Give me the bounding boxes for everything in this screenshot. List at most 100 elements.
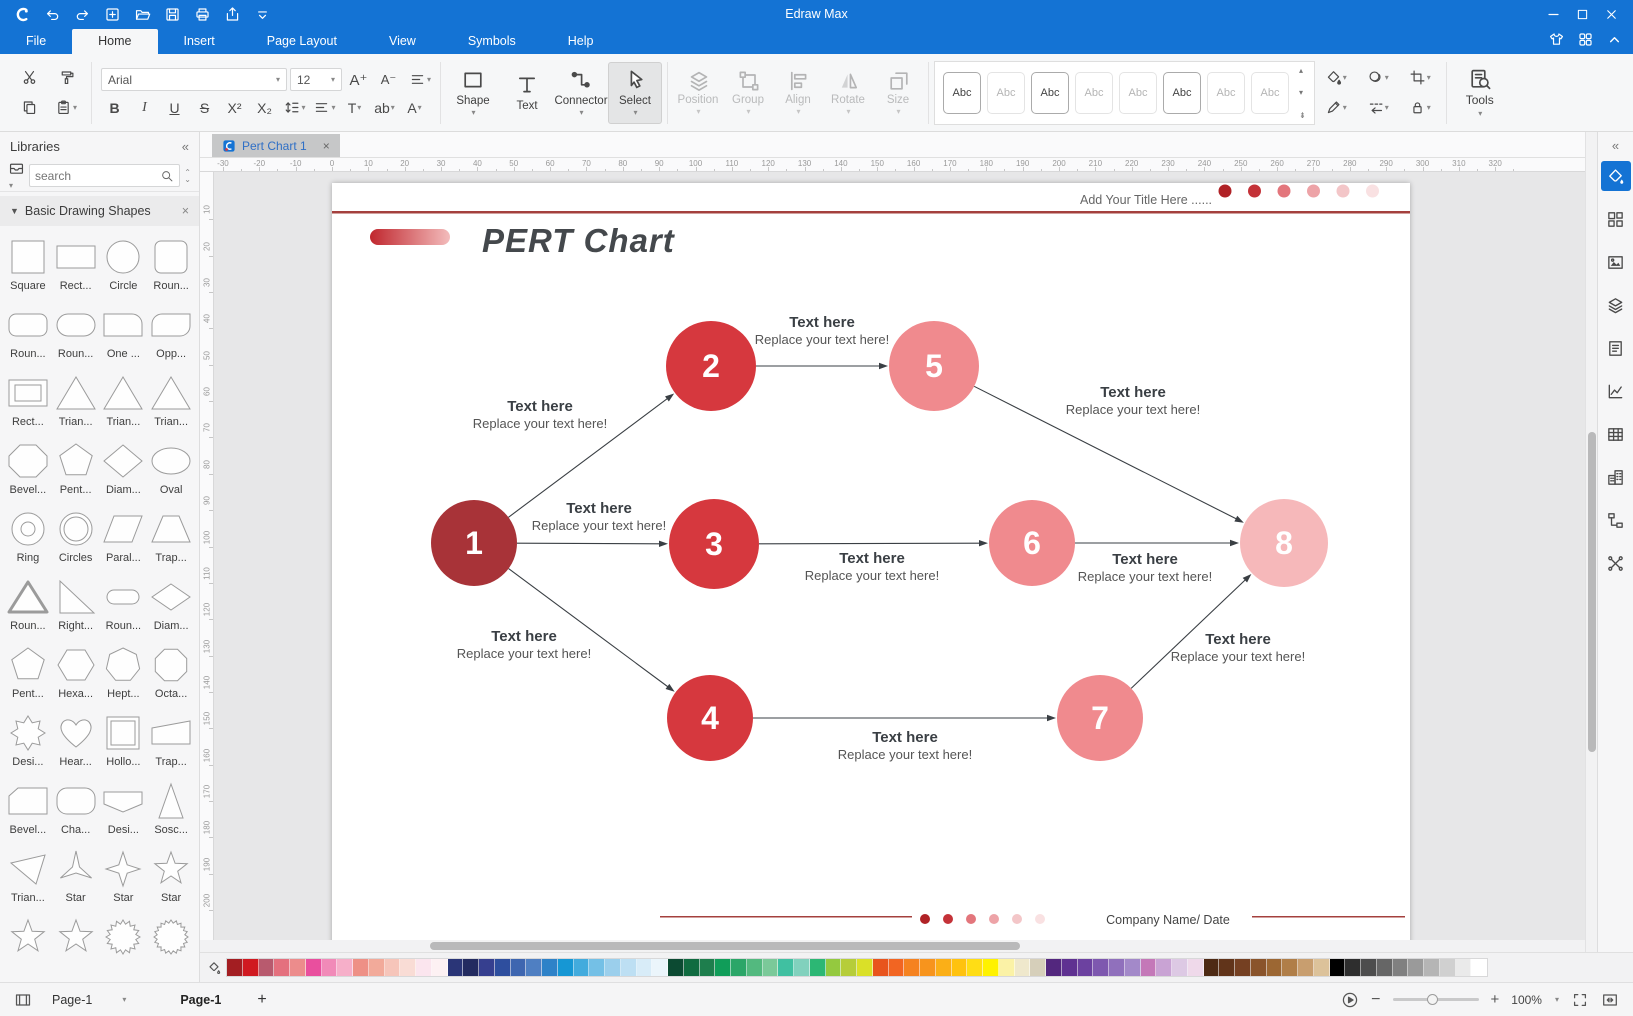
color-swatch[interactable]: [1361, 959, 1377, 976]
fullscreen-button[interactable]: [1571, 991, 1589, 1009]
menu-tab-view[interactable]: View: [363, 29, 442, 54]
text-align-button[interactable]: ▾: [405, 67, 435, 93]
color-swatch[interactable]: [1456, 959, 1472, 976]
color-swatch[interactable]: [558, 959, 574, 976]
color-swatch[interactable]: [290, 959, 306, 976]
panel-fill-icon[interactable]: [1601, 161, 1631, 191]
color-swatch[interactable]: [274, 959, 290, 976]
connector-tool-button[interactable]: Connector▾: [554, 62, 608, 124]
line-color-button[interactable]: ▾: [1321, 95, 1351, 121]
zoom-slider[interactable]: [1393, 998, 1479, 1001]
color-swatch[interactable]: [589, 959, 605, 976]
library-shape-star5[interactable]: [52, 914, 100, 982]
panel-note-icon[interactable]: [1601, 333, 1631, 363]
bullet-list-button[interactable]: ▾: [311, 97, 338, 119]
color-swatch[interactable]: [259, 959, 275, 976]
color-swatch[interactable]: [637, 959, 653, 976]
minimize-button[interactable]: [1546, 7, 1561, 22]
page-tab[interactable]: Page-1: [180, 993, 221, 1007]
color-swatch[interactable]: [1408, 959, 1424, 976]
format-x-button[interactable]: X₂: [251, 97, 278, 119]
library-shape-octa[interactable]: Octa...: [147, 642, 195, 710]
library-shape-star[interactable]: Star: [52, 846, 100, 914]
library-shape-paral[interactable]: Paral...: [100, 506, 148, 574]
color-swatch[interactable]: [700, 959, 716, 976]
library-section-header[interactable]: ▼ Basic Drawing Shapes ×: [0, 196, 199, 226]
color-swatch[interactable]: [1125, 959, 1141, 976]
color-swatch[interactable]: [385, 959, 401, 976]
color-swatch[interactable]: [967, 959, 983, 976]
color-swatch[interactable]: [684, 959, 700, 976]
maximize-button[interactable]: [1575, 7, 1590, 22]
font-family-select[interactable]: Arial▾: [101, 68, 287, 91]
color-swatch[interactable]: [1015, 959, 1031, 976]
library-shape-bevel[interactable]: Bevel...: [4, 778, 52, 846]
library-shape-trian[interactable]: Trian...: [100, 370, 148, 438]
color-swatch[interactable]: [1109, 959, 1125, 976]
panel-flow-icon[interactable]: [1601, 505, 1631, 535]
color-swatch[interactable]: [511, 959, 527, 976]
library-shape-star[interactable]: Star: [147, 846, 195, 914]
line-style-button[interactable]: ▾: [1363, 95, 1393, 121]
color-swatch[interactable]: [668, 959, 684, 976]
library-shape-circle[interactable]: Circle: [100, 234, 148, 302]
color-swatch[interactable]: [731, 959, 747, 976]
color-swatch[interactable]: [463, 959, 479, 976]
collapse-ribbon-button[interactable]: [1606, 31, 1623, 48]
color-swatch[interactable]: [794, 959, 810, 976]
library-shape-cha[interactable]: Cha...: [52, 778, 100, 846]
color-swatch[interactable]: [1282, 959, 1298, 976]
library-shape-bevel[interactable]: Bevel...: [4, 438, 52, 506]
style-preset-4[interactable]: Abc: [1075, 72, 1113, 114]
panel-components-icon[interactable]: [1601, 204, 1631, 234]
library-shape-roun[interactable]: Roun...: [4, 302, 52, 370]
crop-button[interactable]: ▾: [1405, 65, 1435, 91]
select-tool-button[interactable]: Select▾: [608, 62, 662, 124]
fit-to-window-button[interactable]: [1601, 991, 1619, 1009]
menu-tab-symbols[interactable]: Symbols: [442, 29, 542, 54]
no-fill-button[interactable]: [206, 960, 222, 976]
document-tab[interactable]: Pert Chart 1 ×: [212, 134, 340, 157]
decrease-font-button[interactable]: A⁻: [375, 69, 402, 91]
color-swatch[interactable]: [920, 959, 936, 976]
color-swatch[interactable]: [416, 959, 432, 976]
library-shape-desi[interactable]: Desi...: [4, 710, 52, 778]
format-a-button[interactable]: A▾: [401, 97, 428, 119]
library-drawer-button[interactable]: ▾: [8, 160, 25, 191]
color-swatch[interactable]: [826, 959, 842, 976]
color-swatch[interactable]: [542, 959, 558, 976]
library-shape-desi[interactable]: Desi...: [100, 778, 148, 846]
color-swatch[interactable]: [243, 959, 259, 976]
collapse-libraries-button[interactable]: «: [182, 139, 189, 154]
menu-tab-file[interactable]: File: [0, 29, 72, 54]
undo-button[interactable]: [42, 4, 62, 24]
color-swatch[interactable]: [227, 959, 243, 976]
shadow-button[interactable]: ▾: [1363, 65, 1393, 91]
zoom-out-button[interactable]: −: [1371, 991, 1380, 1009]
library-shape-roun[interactable]: Roun...: [4, 574, 52, 642]
color-swatch[interactable]: [1251, 959, 1267, 976]
color-swatch[interactable]: [810, 959, 826, 976]
zoom-in-button[interactable]: +: [1491, 991, 1500, 1008]
zoom-dropdown-caret[interactable]: ▾: [1555, 995, 1559, 1004]
library-shape-trian[interactable]: Trian...: [4, 846, 52, 914]
customize-toolbar-button[interactable]: [252, 4, 272, 24]
library-shape-one[interactable]: One ...: [100, 302, 148, 370]
color-swatch[interactable]: [353, 959, 369, 976]
library-shape-sun[interactable]: [100, 914, 148, 982]
fill-color-button[interactable]: ▾: [1321, 65, 1351, 91]
print-button[interactable]: [192, 4, 212, 24]
library-shape-trap[interactable]: Trap...: [147, 710, 195, 778]
panel-floors-icon[interactable]: [1601, 462, 1631, 492]
color-swatch[interactable]: [495, 959, 511, 976]
color-swatch[interactable]: [1093, 959, 1109, 976]
vertical-scrollbar-thumb[interactable]: [1588, 432, 1596, 752]
library-shape-diam[interactable]: Diam...: [100, 438, 148, 506]
library-shape-opp[interactable]: Opp...: [147, 302, 195, 370]
format-ab-button[interactable]: ab▾: [371, 97, 398, 119]
library-shape-hear[interactable]: Hear...: [52, 710, 100, 778]
color-swatch[interactable]: [322, 959, 338, 976]
color-swatch[interactable]: [306, 959, 322, 976]
library-shape-ring[interactable]: Ring: [4, 506, 52, 574]
color-swatch[interactable]: [857, 959, 873, 976]
